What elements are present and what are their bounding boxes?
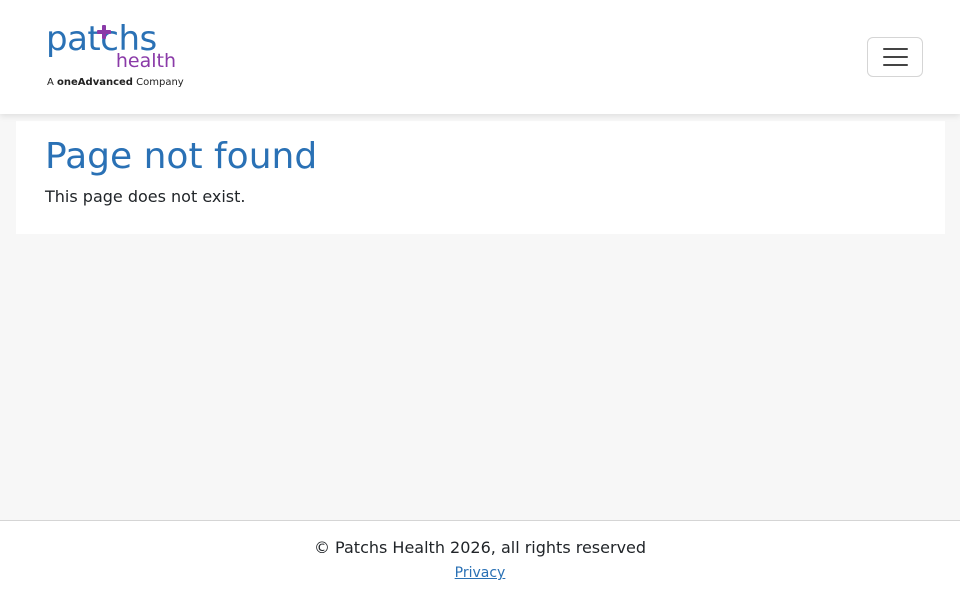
- page-footer: © Patchs Health 2026, all rights reserve…: [0, 520, 960, 600]
- not-found-card: Page not found This page does not exist.: [16, 121, 945, 234]
- medical-cross-icon: [97, 25, 111, 39]
- logo-tagline-suffix: Company: [136, 77, 184, 88]
- page-title: Page not found: [45, 136, 318, 177]
- privacy-link[interactable]: Privacy: [455, 565, 506, 581]
- logo-tagline-brand: oneAdvanced: [57, 77, 133, 88]
- logo-tagline: A oneAdvanced Company: [47, 77, 184, 89]
- patchs-health-logo[interactable]: patchs health A oneAdvanced Company: [46, 22, 184, 94]
- logo-sub-text: health: [115, 50, 176, 72]
- top-navbar: patchs health A oneAdvanced Company: [0, 0, 960, 114]
- logo-tagline-prefix: A: [47, 77, 54, 88]
- copyright-text: © Patchs Health 2026, all rights reserve…: [313, 538, 647, 557]
- privacy-link-container: Privacy: [0, 564, 960, 582]
- menu-toggle-button[interactable]: [867, 37, 923, 77]
- error-message: This page does not exist.: [45, 187, 246, 206]
